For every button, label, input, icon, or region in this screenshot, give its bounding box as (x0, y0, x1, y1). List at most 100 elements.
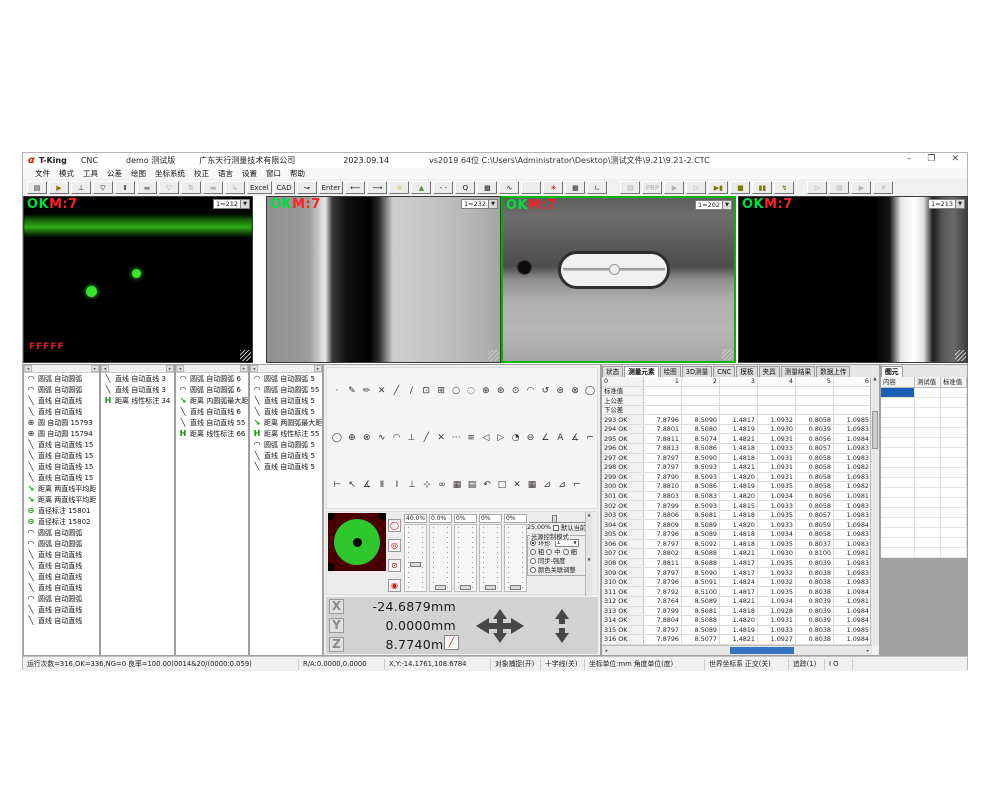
list-item[interactable]: ╲直线 自动直线 6 (176, 406, 248, 417)
menu-item-8[interactable]: 设置 (242, 168, 257, 179)
list-item[interactable]: ╲直线 自动直线 (24, 615, 99, 626)
toolbar-run-icon[interactable]: ↯ (774, 181, 794, 194)
tool-icon-2-14[interactable]: ⊿ (540, 478, 554, 492)
list-item[interactable]: ◠圆弧 自动圆弧 5 (250, 373, 322, 384)
tool-icon-1-0[interactable]: ◯ (330, 431, 344, 445)
detail-row[interactable] (881, 448, 967, 458)
list-item[interactable]: ◠圆弧 自动圆弧 6 (176, 373, 248, 384)
tab-4[interactable]: CNC (713, 366, 735, 377)
list-item[interactable]: ◠圆弧 自动圆弧 6 (176, 384, 248, 395)
tool-icon-0-10[interactable]: ⊕ (479, 384, 493, 398)
detail-row[interactable] (881, 538, 967, 548)
tool-icon-2-0[interactable]: ⊢ (330, 478, 344, 492)
detail-row[interactable] (881, 408, 967, 418)
menu-item-4[interactable]: 绘图 (131, 168, 146, 179)
tab-2[interactable]: 绘图 (660, 366, 681, 377)
table-row[interactable]: 306 OK7.87978.50921.48181.09350.80371.09… (602, 540, 872, 550)
toolbar-cad-button[interactable]: CAD (274, 181, 295, 194)
toolbar-blank-icon[interactable] (521, 181, 541, 194)
default-mode-checkbox[interactable] (553, 525, 559, 531)
tool-icon-1-1[interactable]: ⊕ (345, 431, 359, 445)
list-item[interactable]: ↘距离 内圆弧最大距 (176, 395, 248, 406)
tool-icon-0-7[interactable]: ⊞ (434, 384, 448, 398)
tool-icon-0-16[interactable]: ⊗ (568, 384, 582, 398)
table-row[interactable]: 305 OK7.87968.50891.48181.09340.80581.09… (602, 530, 872, 540)
toolbar-open-icon[interactable]: ▶ (49, 181, 69, 194)
tool-icon-2-5[interactable]: ⊥ (405, 478, 419, 492)
list-item[interactable]: ╲直线 自动直线 3 (101, 373, 174, 384)
detail-row[interactable] (881, 488, 967, 498)
tool-icon-0-11[interactable]: ⊛ (494, 384, 508, 398)
list-item[interactable]: ╲直线 自动直线 (24, 560, 99, 571)
table-row[interactable]: 304 OK7.88098.50891.48201.09330.80591.09… (602, 520, 872, 530)
table-row[interactable]: 296 OK7.88138.50861.48181.09330.80571.09… (602, 444, 872, 454)
detail-row[interactable] (881, 438, 967, 448)
chevron-down-icon[interactable]: ▼ (488, 200, 497, 208)
slider-track[interactable] (479, 524, 502, 592)
diagonal-move-button[interactable]: ╱ (444, 635, 459, 650)
tool-icon-0-1[interactable]: ✎ (345, 384, 359, 398)
list-item[interactable]: ╲直线 自动直线 (24, 571, 99, 582)
chevron-down-icon[interactable]: ▼ (955, 200, 964, 208)
tool-icon-0-2[interactable]: ✏ (360, 384, 374, 398)
table-row[interactable]: 315 OK7.87978.50891.48191.09330.80381.09… (602, 626, 872, 636)
menu-item-3[interactable]: 公差 (107, 168, 122, 179)
detail-row[interactable] (881, 508, 967, 518)
tool-icon-1-4[interactable]: ◠ (390, 431, 404, 445)
list-item[interactable]: ◠圆弧 自动圆弧 (24, 373, 99, 384)
list-item[interactable]: ╲直线 自动直线 (24, 582, 99, 593)
toolbar-edge-tool-icon[interactable]: ⊥ (71, 181, 91, 194)
camera-view-3-selected[interactable]: OKM:7 1=202▼ (501, 196, 736, 363)
tool-icon-2-7[interactable]: ∞ (435, 478, 449, 492)
toolbar-enter-button[interactable]: Enter (319, 181, 344, 194)
list-item[interactable]: ⊖直径标注 15802 (24, 516, 99, 527)
toolbar-arrow-left-icon[interactable]: ⟵ (345, 181, 365, 194)
tool-icon-0-12[interactable]: ⊙ (509, 384, 523, 398)
tool-icon-0-15[interactable]: ⊜ (553, 384, 567, 398)
toolbar-bulb-icon[interactable]: ☼ (389, 181, 409, 194)
tool-icon-0-6[interactable]: ⊡ (419, 384, 433, 398)
tolerance-row[interactable]: 标准值 (602, 387, 872, 397)
tool-icon-1-16[interactable]: ∡ (568, 431, 582, 445)
tool-icon-1-10[interactable]: ◁ (479, 431, 493, 445)
table-row[interactable]: 308 OK7.88118.50881.48171.09350.80391.09… (602, 559, 872, 569)
tool-icon-1-6[interactable]: ╱ (419, 431, 433, 445)
camera-view-2[interactable]: OKM:7 1=232▼ (266, 196, 501, 363)
scroll-left-icon[interactable]: ◂ (602, 648, 610, 654)
toolbar-chart-icon[interactable]: ∟ (587, 181, 607, 194)
slider-track[interactable] (429, 524, 452, 592)
list-item[interactable]: ╲直线 自动直线 5 (250, 395, 322, 406)
list-item[interactable]: ⊕圆 自动圆 15794 (24, 428, 99, 439)
table-row[interactable]: 313 OK7.87998.50811.48181.09280.80391.09… (602, 607, 872, 617)
grid-vertical-scrollbar[interactable]: ▲ (870, 377, 879, 645)
tool-icon-2-6[interactable]: ⊹ (420, 478, 434, 492)
slider-thumb[interactable] (435, 585, 446, 590)
table-row[interactable]: 310 OK7.87968.50911.48241.09320.80381.09… (602, 578, 872, 588)
resize-grip-icon[interactable] (240, 350, 251, 361)
tool-icon-2-10[interactable]: ↶ (480, 478, 494, 492)
list-hscrollbar[interactable]: ◂▸ (250, 365, 322, 373)
toolbar-save-icon[interactable]: ▤ (27, 181, 47, 194)
toolbar-image-icon[interactable]: ▲ (411, 181, 431, 194)
toolbar-play-end-icon[interactable]: ▶▮ (708, 181, 728, 194)
tool-icon-1-9[interactable]: ≡ (464, 431, 478, 445)
list-item[interactable]: ◠圆弧 自动圆弧 (24, 527, 99, 538)
slider-thumb[interactable] (410, 562, 421, 567)
list-item[interactable]: ╲直线 自动直线 15 (24, 450, 99, 461)
list-item[interactable]: ╲直线 自动直线 5 (250, 450, 322, 461)
tool-icon-2-9[interactable]: ▤ (465, 478, 479, 492)
table-row[interactable]: 301 OK7.88038.50831.48201.09340.80561.09… (602, 492, 872, 502)
list-item[interactable]: ◠圆弧 自动圆弧 (24, 538, 99, 549)
ring-segment-3-button[interactable]: ⊙ (388, 559, 401, 572)
tab-8[interactable]: 数据上传 (816, 366, 850, 377)
toolbar-matrix-icon[interactable]: ▦ (565, 181, 585, 194)
toolbar-columns-icon[interactable]: Ⅱ (115, 181, 135, 194)
color-link-radio[interactable] (530, 567, 536, 573)
menu-item-6[interactable]: 校正 (194, 168, 209, 179)
list-item[interactable]: ╲直线 自动直线 5 (250, 406, 322, 417)
tool-icon-0-3[interactable]: ✕ (375, 384, 389, 398)
tool-icon-2-16[interactable]: ⌐ (570, 478, 584, 492)
tool-icon-1-8[interactable]: ⋯ (449, 431, 463, 445)
tool-icon-1-11[interactable]: ▷ (494, 431, 508, 445)
detail-row[interactable] (881, 428, 967, 438)
